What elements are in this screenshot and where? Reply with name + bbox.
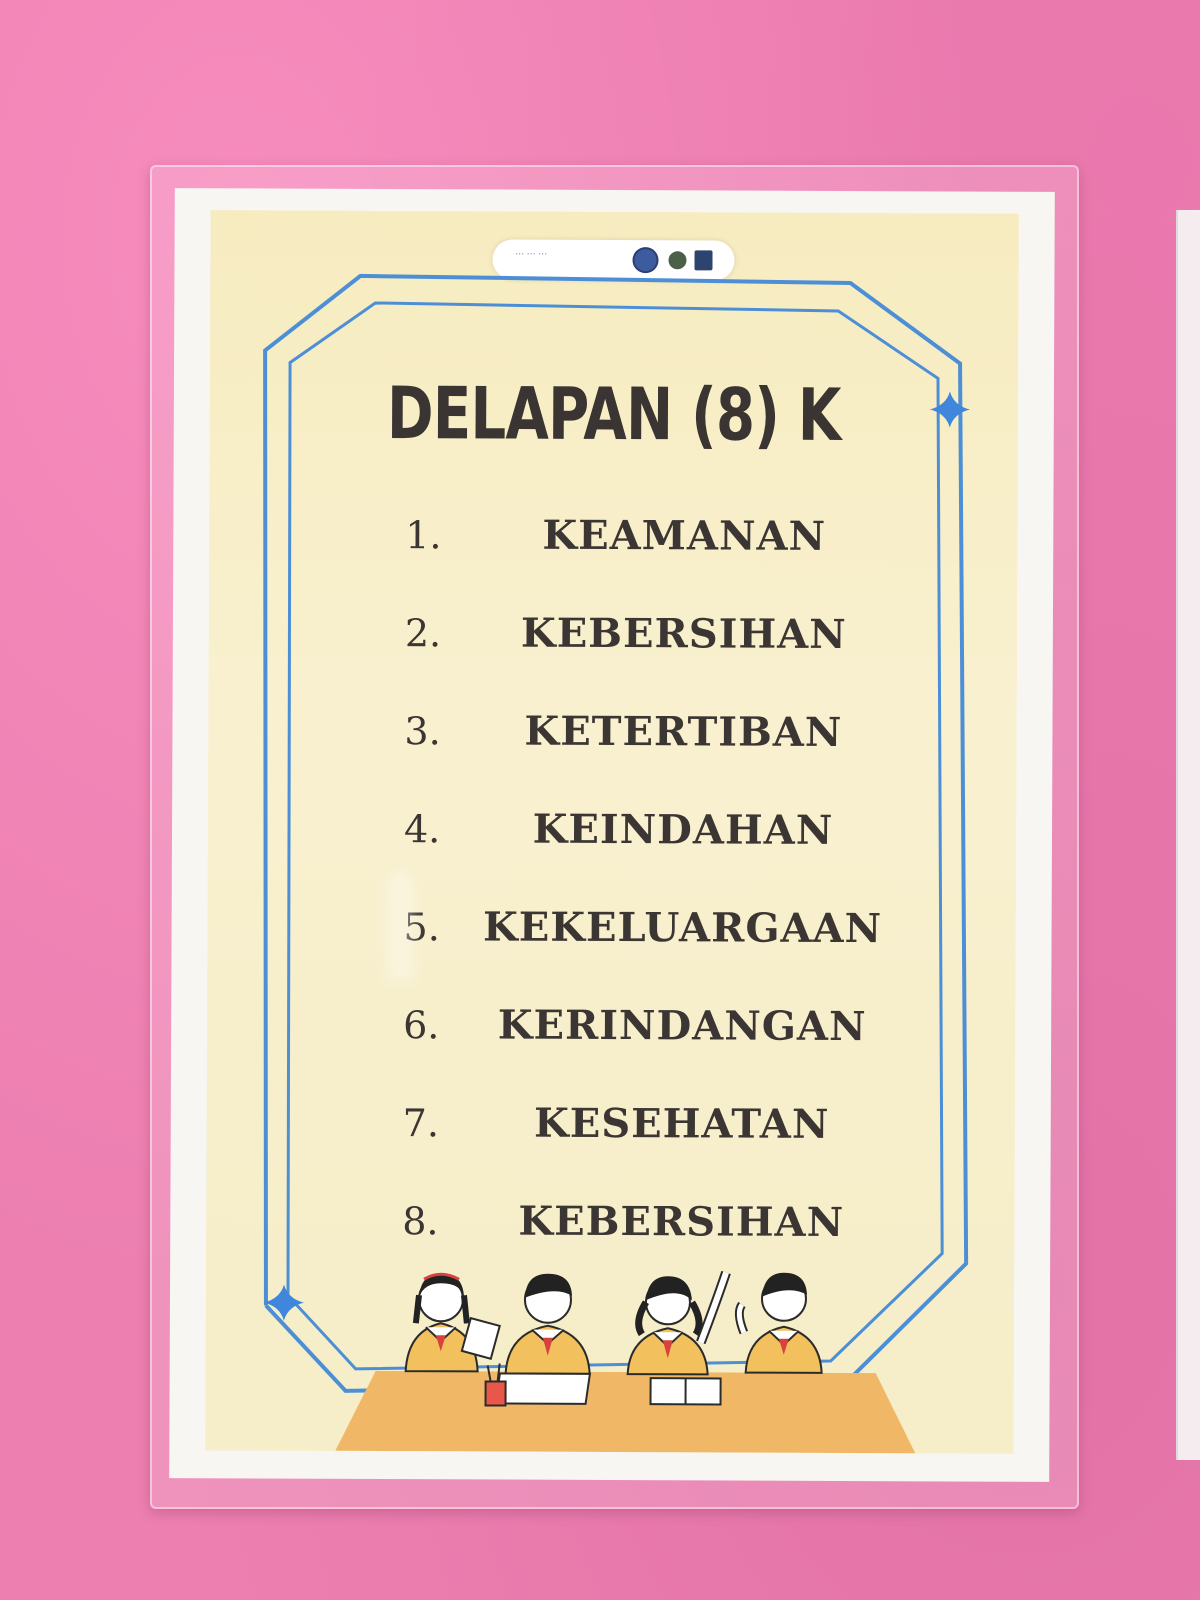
student-figure: [404, 1272, 501, 1373]
item-label: KETERTIBAN: [524, 707, 843, 757]
list-item: 7. KESEHATAN: [206, 1088, 1014, 1190]
list-item: 5. KEKELUARGAAN: [207, 892, 1015, 994]
list-item: 2. KEBERSIHAN: [209, 598, 1017, 700]
item-label: KEBERSIHAN: [520, 609, 847, 659]
list-item: 3. KETERTIBAN: [208, 696, 1016, 798]
sparkle-icon: [929, 391, 970, 428]
list-item: 6. KERINDANGAN: [207, 990, 1015, 1092]
poster-title: DELAPAN (8) K: [386, 371, 841, 457]
item-label: KEBERSIHAN: [518, 1197, 845, 1247]
item-number: 4.: [403, 807, 441, 852]
sparkle-icon: [263, 1284, 304, 1321]
item-number: 2.: [404, 611, 442, 656]
item-label: KERINDANGAN: [497, 1001, 867, 1051]
list-item: 1. KEAMANAN: [209, 500, 1017, 602]
item-label: KEINDAHAN: [532, 805, 834, 854]
pencil-cup: [484, 1380, 507, 1407]
student-figure: [494, 1273, 592, 1405]
adjacent-poster-edge: [1176, 210, 1200, 1460]
item-number: 8.: [402, 1199, 439, 1244]
poster-sheet: ⋯ ⋯ ⋯ DELAPAN (8) K 1. KEAMANAN 2. KEBER…: [169, 188, 1055, 1482]
laminate-glare: [387, 871, 414, 982]
item-number: 1.: [405, 513, 442, 558]
item-number: 7.: [402, 1101, 440, 1146]
item-label: KEAMANAN: [542, 511, 827, 560]
item-number: 6.: [403, 1003, 440, 1048]
rules-list: 1. KEAMANAN 2. KEBERSIHAN 3. KETERTIBAN …: [206, 500, 1017, 1288]
item-label: KESEHATAN: [533, 1099, 830, 1148]
list-item: 4. KEINDAHAN: [208, 794, 1016, 896]
student-figure: [734, 1272, 823, 1374]
item-label: KEKELUARGAAN: [482, 903, 883, 953]
poster: ⋯ ⋯ ⋯ DELAPAN (8) K 1. KEAMANAN 2. KEBER…: [205, 210, 1019, 1454]
item-number: 3.: [404, 709, 441, 754]
students-illustration: [335, 1270, 916, 1454]
desk: [335, 1370, 916, 1454]
